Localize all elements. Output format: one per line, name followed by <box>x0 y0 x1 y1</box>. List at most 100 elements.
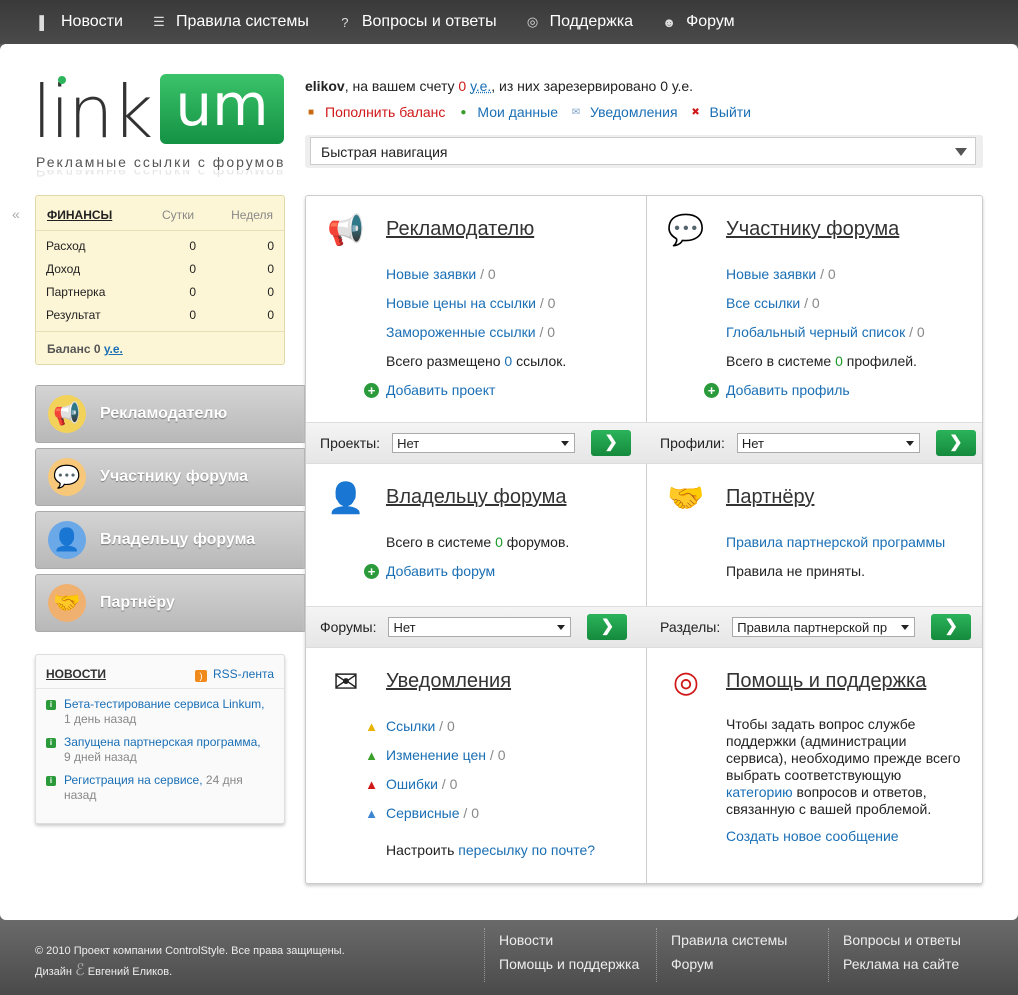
total-post: профилей. <box>842 353 917 369</box>
warning-green-icon: ▲ <box>365 748 378 763</box>
topnav-rules[interactable]: ☰ Правила системы <box>151 13 309 31</box>
topup-link[interactable]: ■ Пополнить баланс <box>305 104 445 120</box>
my-data-link[interactable]: ● Мои данные <box>457 104 558 120</box>
help-text: Чтобы задать вопрос службе поддержки (ад… <box>726 716 966 818</box>
topnav-news[interactable]: ▌ Новости <box>36 13 123 31</box>
notifications-link[interactable]: ✉ Уведомления <box>570 104 678 120</box>
topnav-forum[interactable]: ☻ Форум <box>661 13 735 31</box>
news-header: НОВОСТИ ) RSS-лента <box>36 655 284 689</box>
projects-select[interactable]: Нет <box>392 433 576 453</box>
owner-icon: 👤 <box>48 521 86 559</box>
card-title[interactable]: Владельцу форума <box>386 486 567 509</box>
designer-name[interactable]: Евгений Еликов. <box>88 966 172 978</box>
username[interactable]: elikov <box>305 78 345 94</box>
topnav-forum-label: Форум <box>686 13 735 30</box>
main-page: link um Рекламные ссылки с форумов Рекла… <box>0 44 1018 920</box>
forums-select[interactable]: Нет <box>388 617 572 637</box>
footer-col-1: Новости Помощь и поддержка <box>484 928 639 982</box>
news-link[interactable]: Бета-тестирование сервиса Linkum, <box>64 697 264 711</box>
card-title[interactable]: Участнику форума <box>726 218 899 241</box>
finance-balance: Баланс 0 у.е. <box>36 331 284 366</box>
sidebar-item-label: Рекламодателю <box>100 405 228 422</box>
finance-row-day: 0 <box>189 308 196 322</box>
go-button[interactable]: ❯ <box>935 430 976 456</box>
finance-balance-currency[interactable]: у.е. <box>104 342 123 356</box>
total-pre: Всего в системе <box>386 534 496 550</box>
sidebar-item-participant[interactable]: 💬 Участнику форума <box>35 448 305 506</box>
sections-select[interactable]: Правила партнерской пр <box>732 617 916 637</box>
plus-icon: + <box>364 383 379 398</box>
sidebar-item-owner[interactable]: 👤 Владельцу форума <box>35 511 305 569</box>
footer-link-faq[interactable]: Вопросы и ответы <box>843 928 961 952</box>
plus-icon: + <box>704 383 719 398</box>
finance-row-week: 0 <box>267 285 274 299</box>
topnav-support[interactable]: ◎ Поддержка <box>525 13 633 31</box>
finance-balance-label: Баланс 0 <box>47 342 101 356</box>
total-text: Всего в системе 0 форумов. <box>386 528 569 557</box>
balance-value: 0 <box>458 78 467 94</box>
finance-row-label: Результат <box>46 308 101 322</box>
card-title[interactable]: Помощь и поддержка <box>726 670 926 693</box>
list-item: i Бета-тестирование сервиса Linkum, 1 день… <box>36 689 284 727</box>
plus-icon: + <box>364 564 379 579</box>
logo[interactable]: link um Рекламные ссылки с форумов Рекла… <box>32 72 288 192</box>
footer-link-rules[interactable]: Правила системы <box>671 928 787 952</box>
add-profile-button[interactable]: + Добавить профиль <box>704 376 925 405</box>
mail-forward-link[interactable]: пересылку по почте? <box>458 842 595 858</box>
news-title[interactable]: НОВОСТИ <box>46 667 106 682</box>
new-prices-link[interactable]: Новые цены на ссылки <box>386 295 536 311</box>
add-forum-button[interactable]: + Добавить форум <box>364 557 569 586</box>
count: / 0 <box>459 805 479 821</box>
notif-prices-link[interactable]: Изменение цен <box>386 747 486 763</box>
card-title[interactable]: Партнёру <box>726 486 814 509</box>
go-button[interactable]: ❯ <box>591 430 632 456</box>
wallet-icon: ■ <box>307 106 315 118</box>
count: / 0 <box>535 324 556 340</box>
logout-link[interactable]: ✖ Выйти <box>690 104 751 120</box>
all-links-link[interactable]: Все ссылки <box>726 295 800 311</box>
new-requests-link[interactable]: Новые заявки <box>386 266 476 282</box>
quick-navigation-value: Быстрая навигация <box>321 144 448 160</box>
frozen-links-link[interactable]: Замороженные ссылки <box>386 324 536 340</box>
go-button[interactable]: ❯ <box>931 614 972 640</box>
bar-label: Профили: <box>660 435 725 451</box>
sidebar-item-partner[interactable]: 🤝 Партнёру <box>35 574 305 632</box>
go-button[interactable]: ❯ <box>587 614 628 640</box>
finance-header: ФИНАНСЫ Сутки Неделя <box>36 196 284 231</box>
new-message-link[interactable]: Создать новое сообщение <box>726 828 899 844</box>
handshake-icon: 🤝 <box>48 584 86 622</box>
topnav-faq[interactable]: ? Вопросы и ответы <box>337 13 496 31</box>
rss-link[interactable]: ) RSS-лента <box>194 667 274 682</box>
news-link[interactable]: Запущена партнерская программа, <box>64 735 261 749</box>
topnav-news-label: Новости <box>61 13 123 30</box>
blacklist-link[interactable]: Глобальный черный список <box>726 324 905 340</box>
quick-navigation-select[interactable]: Быстрая навигация <box>310 137 976 165</box>
logo-dot <box>58 76 66 84</box>
logo-link-text: link <box>32 70 153 154</box>
card-body: Новые заявки / 0 Все ссылки / 0 Глобальн… <box>704 260 925 405</box>
partner-rules-link[interactable]: Правила партнерской программы <box>726 534 945 550</box>
footer-link-news[interactable]: Новости <box>499 928 639 952</box>
footer-link-ads[interactable]: Реклама на сайте <box>843 952 961 976</box>
finance-row: Доход 0 0 <box>36 258 284 281</box>
finance-title[interactable]: ФИНАНСЫ <box>47 208 143 222</box>
category-link[interactable]: категорию <box>726 784 793 800</box>
count: / 0 <box>435 718 455 734</box>
footer-link-help[interactable]: Помощь и поддержка <box>499 952 639 976</box>
total-value: 0 <box>835 353 843 369</box>
footer-link-forum[interactable]: Форум <box>671 952 787 976</box>
profiles-select[interactable]: Нет <box>736 433 920 453</box>
list-item: i Регистрация на сервисе, 24 дня назад <box>36 765 284 803</box>
notif-service-link[interactable]: Сервисные <box>386 805 460 821</box>
news-link[interactable]: Регистрация на сервисе, <box>64 773 203 787</box>
list-item: i Запущена партнерская программа, 9 дней н… <box>36 727 284 765</box>
card-title[interactable]: Рекламодателю <box>386 218 534 241</box>
collapse-sidebar-icon[interactable]: « <box>12 206 20 222</box>
card-title[interactable]: Уведомления <box>386 670 511 693</box>
new-requests-link[interactable]: Новые заявки <box>726 266 816 282</box>
notif-errors-link[interactable]: Ошибки <box>386 776 438 792</box>
currency-link[interactable]: у.е. <box>470 78 491 94</box>
add-project-button[interactable]: + Добавить проект <box>364 376 566 405</box>
notif-links-link[interactable]: Ссылки <box>386 718 435 734</box>
sidebar-item-advertiser[interactable]: 📢 Рекламодателю <box>35 385 305 443</box>
